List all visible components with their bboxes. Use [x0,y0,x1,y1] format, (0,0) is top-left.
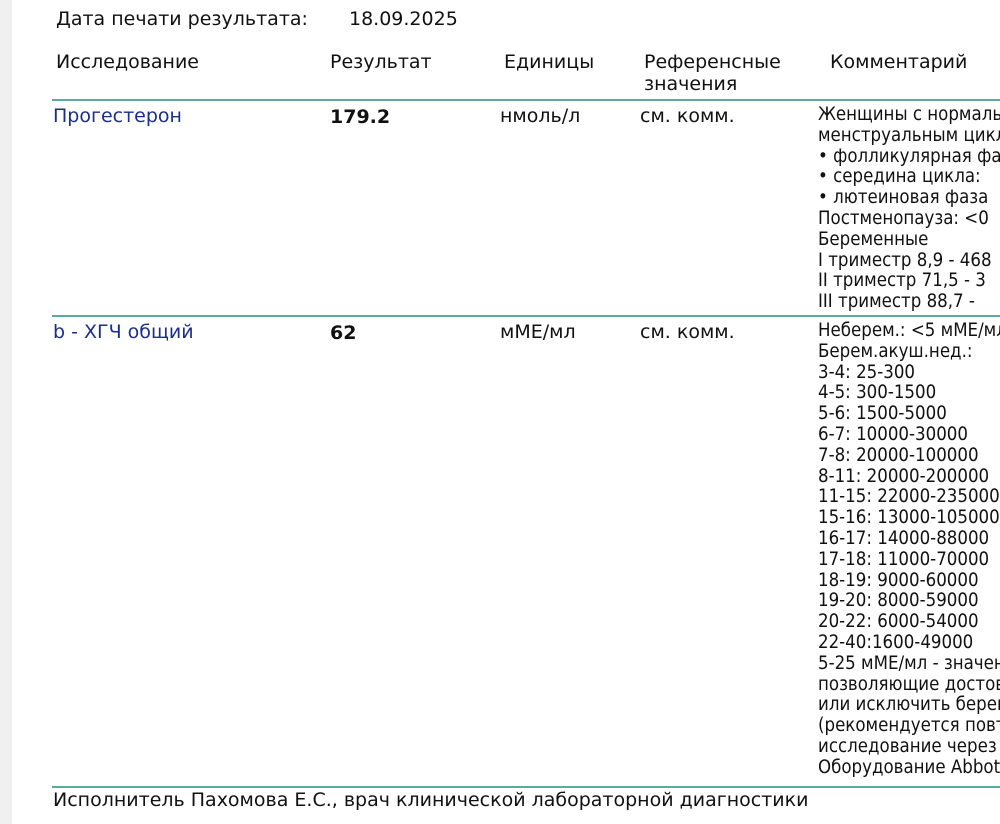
comment-line: 5-25 мМЕ/мл - значения, [818,652,1000,674]
header-units: Единицы [504,51,595,73]
footer-divider [52,786,1000,788]
header-reference-line2: значения [644,73,738,95]
header-reference: Референсные значения [644,51,781,95]
comment-line: 16-17: 14000-88000 [818,527,990,549]
row-divider [52,315,1000,317]
comment-line: позволяющие достоверно [818,673,1000,695]
comment-line: Беременные [818,228,929,250]
comment-line: или исключить беременность [818,694,1000,716]
header-reference-line1: Референсные [644,51,781,73]
comment-line: менструальным циклом: [818,124,1000,146]
reference-b-hcg: см. комм. [640,321,735,343]
comment-line: Оборудование Abbott [818,756,1000,778]
result-progesterone: 179.2 [330,106,391,128]
header-divider [52,99,1000,101]
performer-signature-line: Исполнитель Пахомова Е.С., врач клиничес… [53,789,809,811]
comment-line: 20-22: 6000-54000 [818,611,979,633]
comment-line: 4-5: 300-1500 [818,382,937,404]
header-result: Результат [330,51,432,73]
comment-line: 8-11: 20000-200000 [818,465,990,487]
comment-line: 5-6: 1500-5000 [818,403,947,425]
comment-b-hcg: Неберем.: <5 мМЕ/мл Берем.акуш.нед.: 3-4… [818,321,1000,779]
comment-line: 15-16: 13000-105000 [818,507,1000,529]
comment-line: исследование через [818,735,997,757]
lab-report-page: Дата печати результата: 18.09.2025 Иссле… [12,0,1000,824]
result-b-hcg: 62 [330,322,357,344]
print-date-label: Дата печати результата: [56,8,308,30]
comment-line: • середина цикла: [818,166,981,188]
comment-line: 18-19: 9000-60000 [818,569,979,591]
comment-line: II триместр 71,5 - 3 [818,270,986,292]
comment-line: Берем.акуш.нед.: [818,340,973,362]
reference-progesterone: см. комм. [640,105,735,127]
comment-line: Постменопауза: <0 [818,207,989,229]
comment-line: Неберем.: <5 мМЕ/мл [818,321,1000,341]
comment-line: 22-40:1600-49000 [818,631,974,653]
comment-line: I триместр 8,9 - 468 [818,249,992,271]
test-name-progesterone: Прогестерон [53,105,182,127]
comment-line: • фолликулярная фаза [818,145,1000,167]
comment-line: 7-8: 20000-100000 [818,444,979,466]
comment-line: 3-4: 25-300 [818,361,916,383]
comment-line: 6-7: 10000-30000 [818,423,968,445]
comment-line: (рекомендуется повторное [818,715,1000,737]
header-comment: Комментарий [830,51,968,73]
comment-line: • лютеиновая фаза [818,187,989,209]
comment-line: 17-18: 11000-70000 [818,548,990,570]
units-progesterone: нмоль/л [500,105,581,127]
print-date-value: 18.09.2025 [349,8,458,30]
test-name-b-hcg: b - ХГЧ общий [53,321,194,343]
units-b-hcg: мМЕ/мл [500,321,576,343]
comment-line: 11-15: 22000-235000 [818,486,1000,508]
comment-line: Женщины с нормальным [818,105,1000,125]
comment-line: 19-20: 8000-59000 [818,590,979,612]
header-test: Исследование [56,51,200,73]
comment-line: III триместр 88,7 - [818,291,975,313]
comment-progesterone: Женщины с нормальным менструальным цикло… [818,105,1000,313]
